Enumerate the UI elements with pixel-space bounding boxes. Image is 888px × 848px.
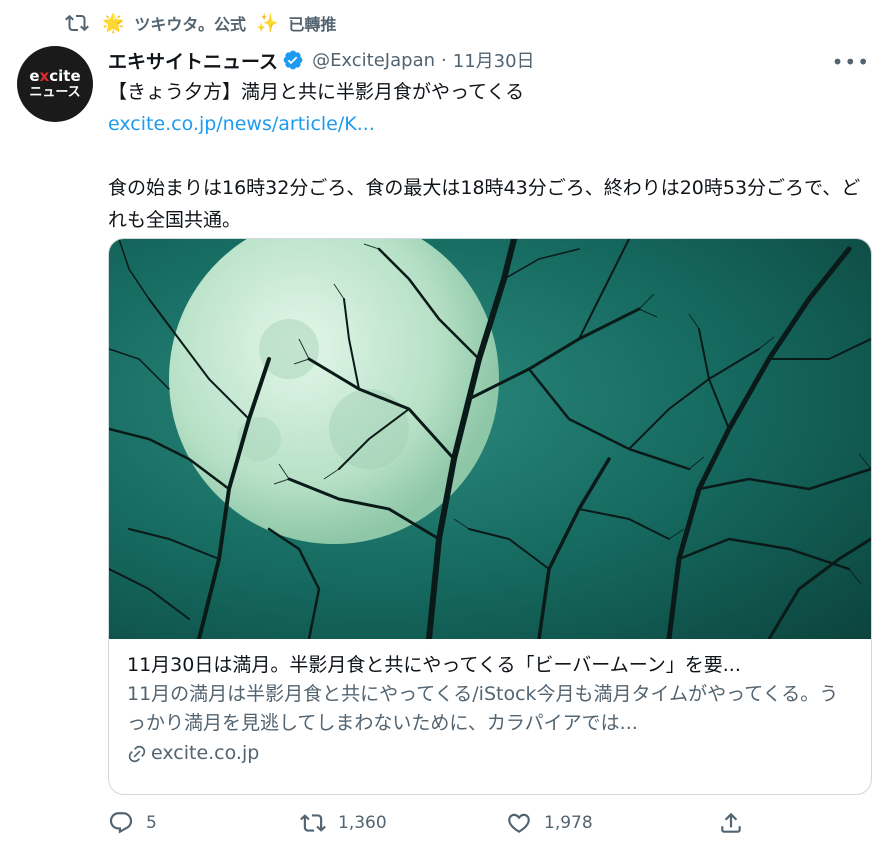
tweet-headline: 【きょう夕方】満月と共に半影月食がやってくる	[108, 81, 525, 103]
link-icon	[128, 745, 146, 762]
more-options-icon[interactable]: •••	[832, 50, 870, 74]
avatar-logo: excite	[29, 66, 81, 85]
share-icon	[721, 812, 741, 833]
like-button[interactable]: 1,978	[506, 808, 593, 838]
link-card[interactable]: 11月30日は満月。半影月食と共にやってくる「ビーバームーン」を要... 11月…	[108, 238, 872, 795]
reply-count: 5	[146, 813, 157, 833]
card-body: 11月30日は満月。半影月食と共にやってくる「ビーバームーン」を要... 11月…	[127, 651, 857, 768]
card-image	[109, 239, 871, 639]
card-domain: excite.co.jp	[127, 739, 857, 768]
retweet-count: 1,360	[338, 813, 387, 833]
tweet-header: エキサイトニュース @ExciteJapan · 11月30日	[108, 45, 888, 75]
like-count: 1,978	[544, 813, 593, 833]
card-description: 11月の満月は半影月食と共にやってくる/iStock今月も満月タイムがやってくる…	[127, 683, 839, 734]
handle[interactable]: @ExciteJapan	[312, 50, 435, 71]
tweet-text: 【きょう夕方】満月と共に半影月食がやってくる excite.co.jp/news…	[108, 76, 878, 236]
card-title: 11月30日は満月。半影月食と共にやってくる「ビーバームーン」を要...	[127, 654, 741, 676]
retweet-icon	[65, 14, 89, 32]
heart-icon	[508, 813, 530, 833]
sparkle-icon: ✨	[255, 12, 279, 34]
reply-icon	[109, 812, 133, 834]
tweet-date[interactable]: 11月30日	[453, 47, 535, 73]
reply-button[interactable]: 5	[108, 808, 157, 838]
tweet-actions: 5 1,360 1,978	[108, 808, 748, 838]
star-icon: 🌟	[102, 12, 125, 34]
avatar[interactable]: excite ニュース	[17, 46, 93, 122]
avatar-subtitle: ニュース	[29, 84, 81, 100]
tweet-body: 食の始まりは16時32分ごろ、食の最大は18時43分ごろ、終わりは20時53分ご…	[108, 177, 861, 231]
retweet-label: 已轉推	[288, 15, 337, 34]
tweet-link[interactable]: excite.co.jp/news/article/K...	[108, 108, 878, 140]
retweet-action-icon	[300, 814, 326, 832]
retweet-button[interactable]: 1,360	[300, 808, 387, 838]
display-name[interactable]: エキサイトニュース	[108, 47, 278, 74]
retweeter-name[interactable]: ツキウタ。公式	[134, 11, 246, 35]
retweet-context[interactable]: 🌟 ツキウタ。公式 ✨ 已轉推	[62, 8, 336, 38]
share-button[interactable]	[718, 808, 744, 838]
separator-dot: ·	[441, 49, 447, 71]
verified-badge-icon	[283, 50, 303, 70]
